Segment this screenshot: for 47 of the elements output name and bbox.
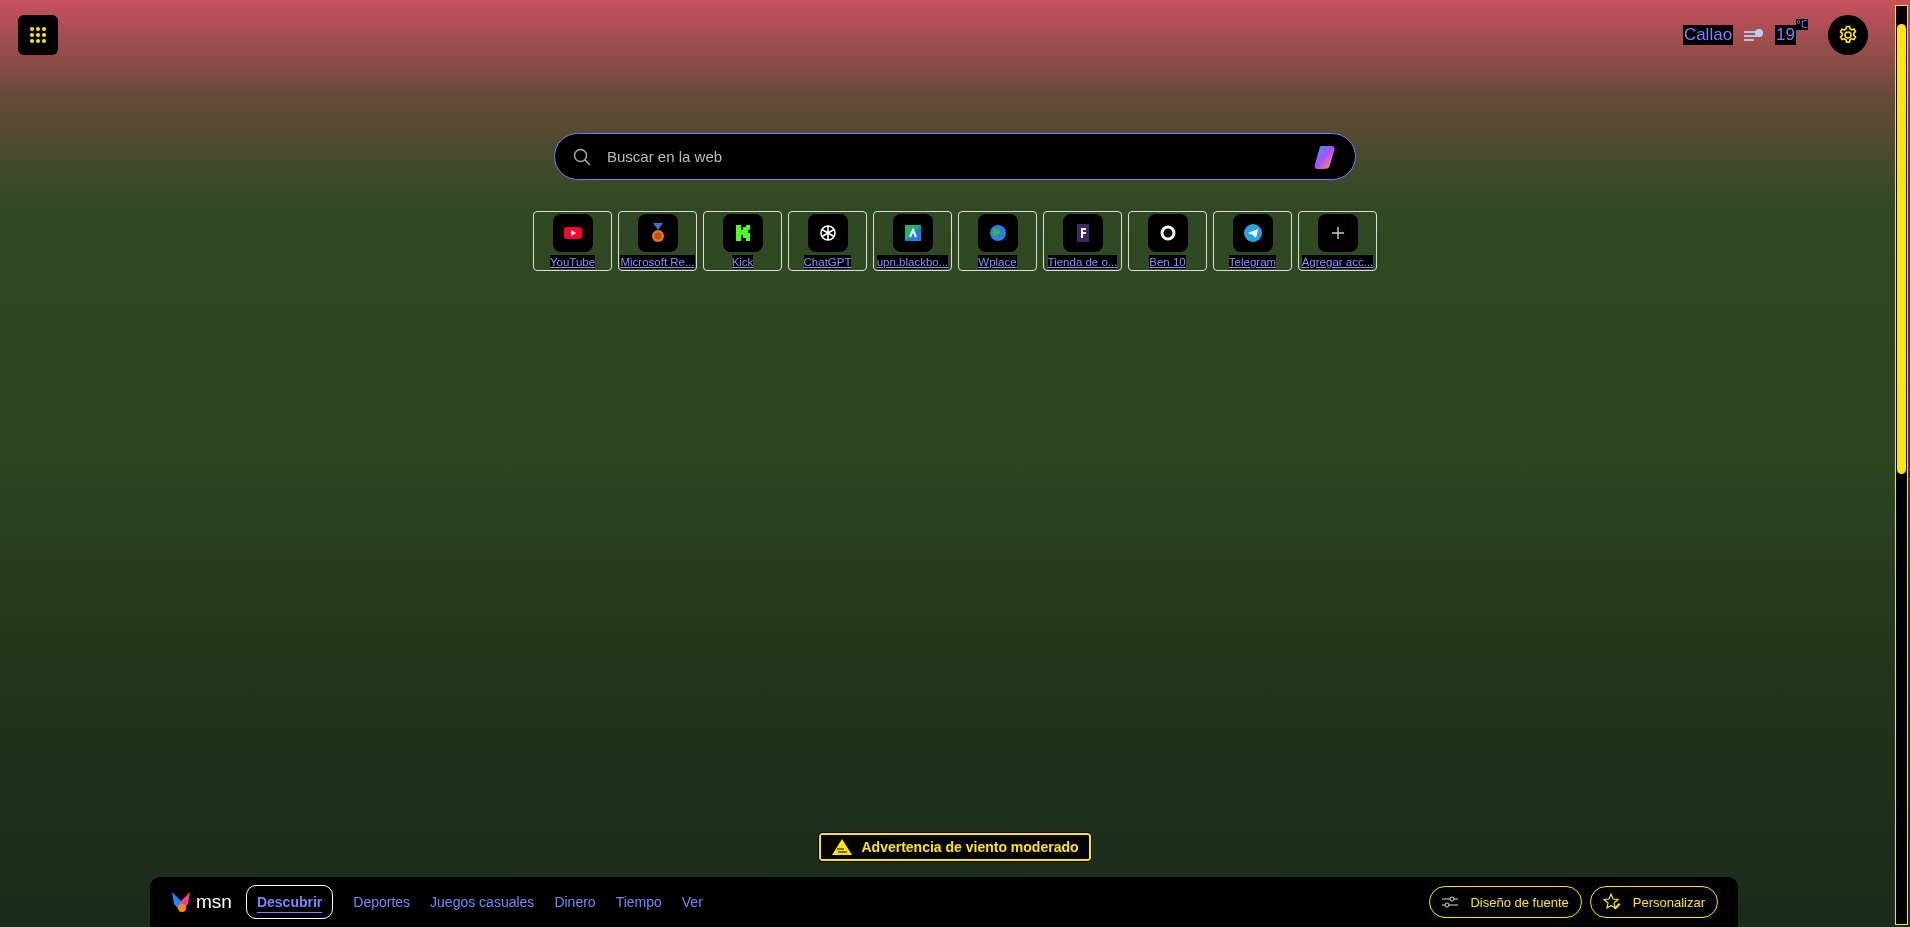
- shortcut-label: Ben 10: [1149, 255, 1186, 269]
- shortcut-tile[interactable]: ChatGPT: [788, 211, 867, 271]
- weather-location[interactable]: Callao: [1682, 25, 1734, 45]
- nav-tab[interactable]: Juegos casuales: [420, 886, 545, 918]
- shortcut-tile[interactable]: Tienda de o...: [1043, 211, 1122, 271]
- scrollbar[interactable]: [1895, 5, 1908, 925]
- wind-icon: [1743, 28, 1766, 42]
- grid-icon: [30, 27, 46, 43]
- temperature-unit: °C: [1796, 19, 1808, 30]
- shortcut-label: Kick: [731, 255, 754, 269]
- logo-icon: [170, 890, 192, 914]
- brand-name: msn: [196, 891, 232, 913]
- apps-button[interactable]: [18, 15, 58, 55]
- shortcut-tile[interactable]: Agregar acc...: [1298, 211, 1377, 271]
- shortcut-label: YouTube: [549, 255, 596, 269]
- search-field[interactable]: Buscar en la web: [605, 147, 1299, 166]
- shortcut-tile[interactable]: upn.blackbo...: [873, 211, 952, 271]
- shortcut-label: Agregar acc...: [1301, 255, 1374, 269]
- shortcut-label: Microsoft Re...: [620, 255, 695, 269]
- shortcut-tile[interactable]: Ben 10: [1128, 211, 1207, 271]
- shortcut-label: Wplace: [978, 255, 1017, 269]
- star-pencil-icon: [1602, 893, 1621, 911]
- sliders-icon: [1442, 895, 1459, 909]
- search-icon: [573, 147, 591, 166]
- wind-alert[interactable]: Advertencia de viento moderado: [819, 833, 1091, 861]
- temperature: 19: [1775, 25, 1796, 45]
- alert-text: Advertencia de viento moderado: [861, 839, 1079, 855]
- search-bar[interactable]: Buscar en la web: [554, 133, 1356, 180]
- shortcut-tile[interactable]: YouTube: [533, 211, 612, 271]
- shortcut-label: Tienda de o...: [1047, 255, 1118, 269]
- shortcut-label: upn.blackbo...: [876, 255, 949, 269]
- nav-tab[interactable]: Tiempo: [605, 886, 672, 918]
- shortcut-tile[interactable]: Wplace: [958, 211, 1037, 271]
- shortcut-tile[interactable]: Microsoft Re...: [618, 211, 697, 271]
- nav-tab[interactable]: Ver: [671, 886, 713, 918]
- shortcut-label: Telegram: [1228, 255, 1277, 269]
- shortcut-tile[interactable]: Telegram: [1213, 211, 1292, 271]
- shortcut-label: ChatGPT: [803, 255, 852, 269]
- nav-tab[interactable]: Dinero: [544, 886, 606, 918]
- settings-icon: [1838, 25, 1858, 45]
- warning-icon: [831, 838, 854, 856]
- shortcut-tile[interactable]: Kick: [703, 211, 782, 271]
- customize-button[interactable]: Personalizar: [1589, 886, 1718, 918]
- nav-tab[interactable]: Descubrir: [245, 885, 334, 919]
- font-layout-button[interactable]: Diseño de fuente: [1429, 886, 1582, 918]
- nav-tab[interactable]: Deportes: [343, 886, 421, 918]
- settings-button[interactable]: [1828, 15, 1868, 55]
